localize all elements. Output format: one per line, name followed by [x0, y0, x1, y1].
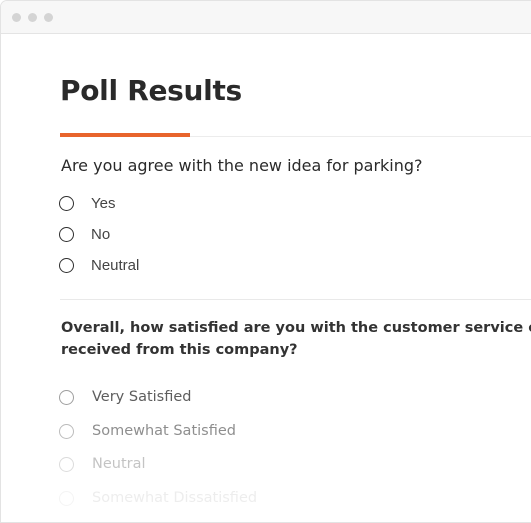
option-label: Very Satisfied [92, 389, 192, 405]
question-line: received from this company? [61, 342, 298, 358]
option-label: Somewhat Dissatisfied [92, 490, 258, 506]
poll-option-very-satisfied[interactable]: Very Satisfied [59, 386, 191, 408]
poll-option-neutral-2[interactable]: Neutral [59, 453, 146, 475]
option-label: No [91, 225, 111, 243]
question-line: Overall, how satisfied are you with the … [61, 320, 531, 336]
browser-window: Poll Results Are you agree with the new … [0, 0, 531, 523]
radio-button[interactable] [59, 226, 74, 242]
poll-option-yes[interactable]: Yes [59, 192, 115, 214]
section-divider [60, 299, 531, 300]
title-accent-bar [60, 133, 190, 137]
option-label: Somewhat Satisfied [92, 423, 236, 439]
radio-button[interactable] [59, 195, 74, 211]
radio-button[interactable] [59, 257, 74, 273]
poll-option-neutral[interactable]: Neutral [59, 254, 139, 276]
poll-question-satisfaction: Overall, how satisfied are you with the … [61, 317, 531, 361]
poll-option-somewhat-dissatisfied[interactable]: Somewhat Dissatisfied [59, 487, 257, 509]
window-control-dot-icon[interactable] [44, 13, 53, 22]
window-titlebar [1, 1, 531, 34]
radio-button[interactable] [59, 389, 74, 405]
poll-option-no[interactable]: No [59, 223, 110, 245]
radio-button[interactable] [59, 456, 74, 472]
option-label: Neutral [92, 456, 146, 472]
option-label: Yes [91, 194, 116, 212]
radio-button[interactable] [59, 423, 74, 439]
poll-question-parking: Are you agree with the new idea for park… [61, 156, 423, 175]
window-control-dot-icon[interactable] [12, 13, 21, 22]
poll-option-somewhat-satisfied[interactable]: Somewhat Satisfied [59, 420, 236, 442]
window-control-dot-icon[interactable] [28, 13, 37, 22]
option-label: Neutral [91, 256, 140, 274]
page-title: Poll Results [60, 74, 242, 107]
radio-button[interactable] [59, 490, 74, 506]
